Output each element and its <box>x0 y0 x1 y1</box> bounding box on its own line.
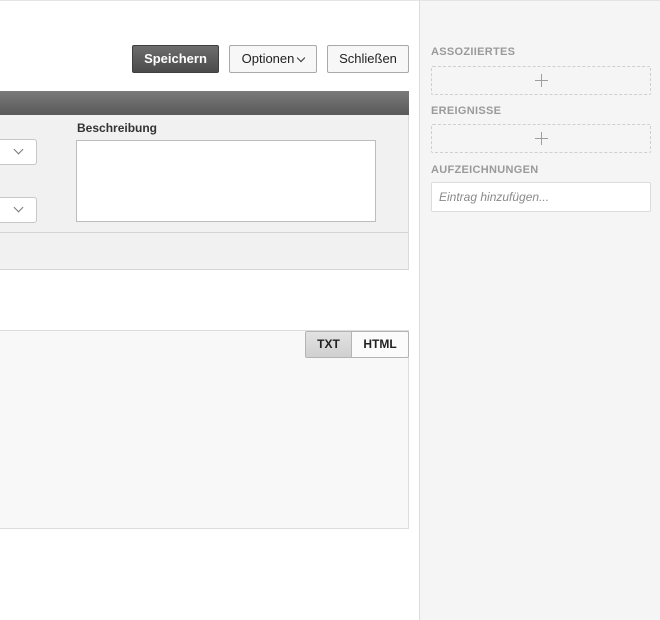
events-heading: EREIGNISSE <box>431 105 502 117</box>
records-heading: AUFZEICHNUNGEN <box>431 164 539 176</box>
right-sidebar: ASSOZIIERTES EREIGNISSE AUFZEICHNUNGEN <box>419 0 660 620</box>
toolbar: Speichern Optionen Schließen <box>0 1 420 91</box>
description-textarea[interactable] <box>76 140 376 222</box>
options-button[interactable]: Optionen <box>229 45 317 73</box>
add-record-input[interactable] <box>431 182 651 212</box>
save-button[interactable]: Speichern <box>132 45 219 73</box>
dropdown-select-1[interactable] <box>0 139 37 165</box>
chevron-down-icon <box>13 202 24 213</box>
plus-icon <box>535 74 548 87</box>
description-label: Beschreibung <box>77 121 158 135</box>
chevron-down-icon <box>297 53 306 63</box>
html-mode-button[interactable]: HTML <box>351 331 409 358</box>
panel-footer-bar <box>0 232 409 270</box>
add-event-button[interactable] <box>431 124 651 153</box>
content-editor[interactable]: TXT HTML <box>0 330 409 529</box>
txt-mode-button[interactable]: TXT <box>305 331 352 358</box>
section-header-bar <box>0 91 409 115</box>
chevron-down-icon <box>13 144 24 155</box>
form-panel: Beschreibung <box>0 115 409 232</box>
close-button[interactable]: Schließen <box>327 45 409 73</box>
main-pane: Speichern Optionen Schließen Beschreibun… <box>0 0 420 620</box>
options-label: Optionen <box>241 51 295 66</box>
add-associated-button[interactable] <box>431 66 651 95</box>
plus-icon <box>535 132 548 145</box>
associated-heading: ASSOZIIERTES <box>431 46 516 58</box>
dropdown-select-2[interactable] <box>0 197 37 223</box>
